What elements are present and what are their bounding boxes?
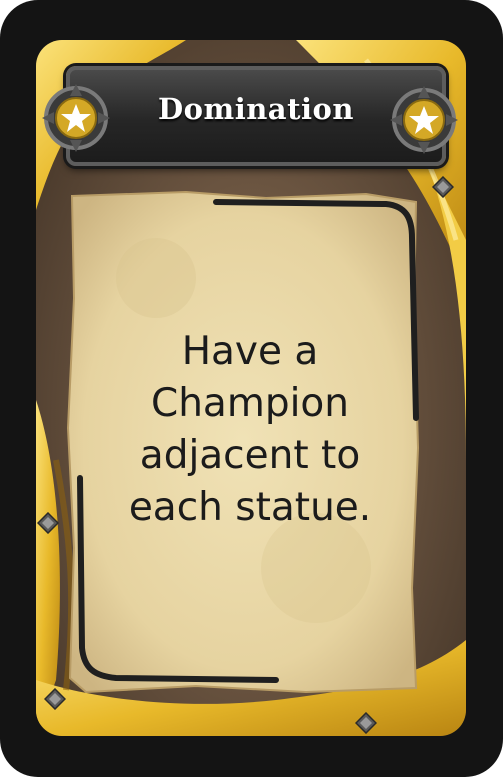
star-icon	[390, 86, 458, 154]
objective-line: Champion	[150, 381, 349, 426]
objective-text: Have a Champion adjacent to each statue.	[100, 326, 400, 534]
diamond-stud-icon	[432, 176, 454, 198]
objective-card: Domination Have a Champion adjacent to e…	[0, 0, 503, 777]
diamond-stud-icon	[44, 688, 66, 710]
objective-line: each statue.	[128, 485, 372, 530]
objective-line: Have a	[181, 329, 319, 374]
diamond-stud-icon	[355, 712, 377, 734]
objective-line: adjacent to	[139, 433, 361, 478]
star-icon	[42, 84, 110, 152]
card-title: Domination	[158, 92, 354, 126]
diamond-stud-icon	[37, 512, 59, 534]
